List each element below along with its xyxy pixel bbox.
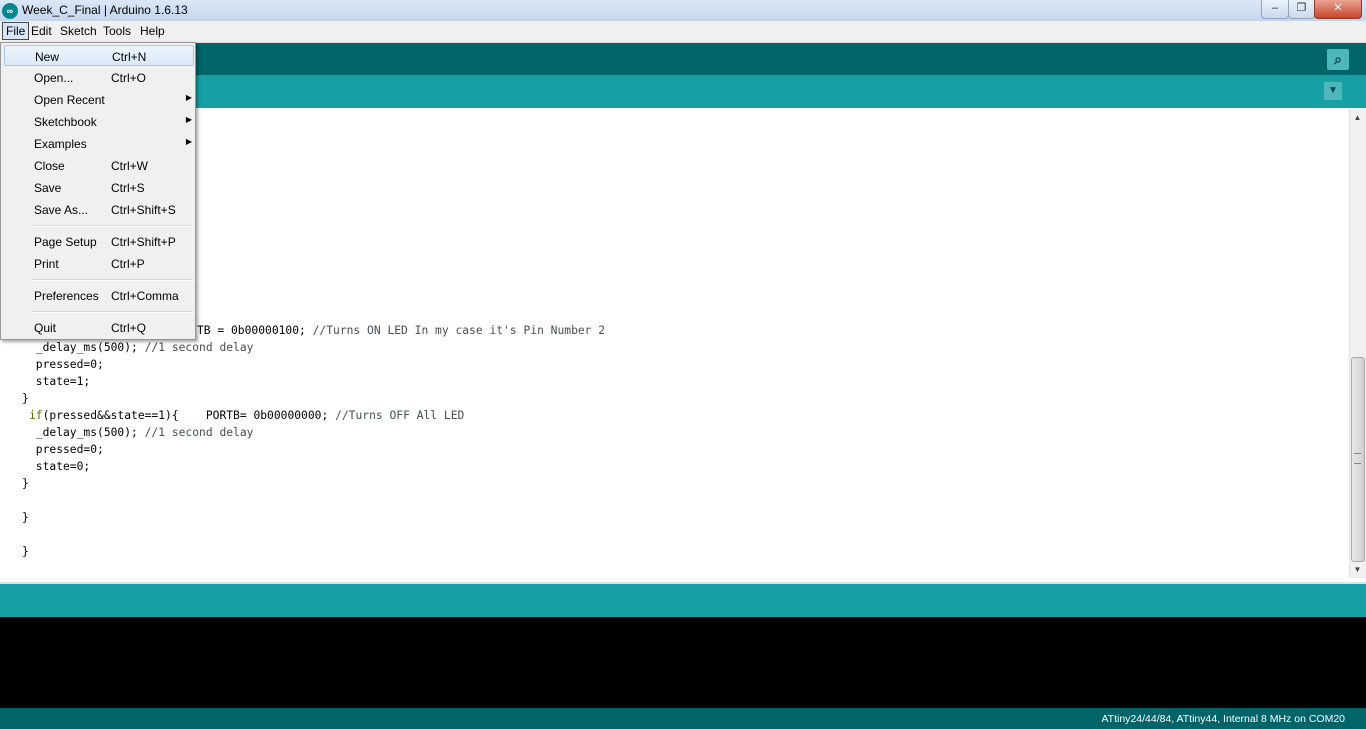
code-comment: //Turns ON LED In my case it's Pin Numbe… [312, 324, 606, 337]
menu-item-sketchbook[interactable]: Sketchbook ▶ [4, 111, 194, 132]
menu-item-shortcut: Ctrl+S [111, 181, 145, 195]
menu-item-shortcut: Ctrl+Shift+P [111, 235, 176, 249]
menu-tools[interactable]: Tools [100, 23, 134, 39]
code-line: } [22, 545, 29, 558]
menu-item-label: Open... [34, 71, 74, 85]
code-line: state=1; [29, 375, 91, 388]
code-keyword: if [29, 409, 43, 422]
menu-item-label: Close [34, 159, 65, 173]
menu-item-quit[interactable]: Quit Ctrl+Q [4, 317, 194, 338]
minimize-button[interactable]: – [1261, 0, 1289, 19]
code-line: pressed=0; [29, 358, 104, 371]
code-line: } [22, 392, 29, 405]
code-text: _delay_ms(500); [29, 426, 145, 439]
menu-item-open-recent[interactable]: Open Recent ▶ [4, 89, 194, 110]
code-line: if(pressed&&state==1){ PORTB= 0b00000000… [29, 409, 464, 423]
menu-item-examples[interactable]: Examples ▶ [4, 133, 194, 154]
menu-sketch[interactable]: Sketch [57, 23, 100, 39]
menu-item-label: Page Setup [34, 235, 97, 249]
menu-separator [31, 225, 193, 227]
code-comment: //1 second delay [144, 426, 254, 439]
menu-item-label: Print [34, 257, 59, 271]
code-line: } [22, 511, 29, 524]
console-output[interactable] [0, 617, 1366, 708]
code-line: state=0; [29, 460, 91, 473]
menu-item-label: Quit [34, 321, 57, 335]
code-line: _delay_ms(500); //1 second delay [29, 341, 254, 355]
menu-item-label: Preferences [34, 289, 99, 303]
menu-item-label: Save As... [34, 203, 89, 217]
menu-edit[interactable]: Edit [28, 23, 55, 39]
menu-item-shortcut: Ctrl+W [111, 159, 148, 173]
menu-item-shortcut: Ctrl+O [111, 71, 147, 85]
menu-item-label: Examples [34, 137, 87, 151]
scrollbar-grip-icon [1354, 453, 1361, 464]
close-button[interactable]: ✕ [1314, 0, 1362, 19]
menu-bar: File Edit Sketch Tools Help [0, 21, 1366, 43]
tab-bar [0, 75, 1366, 108]
menu-item-new[interactable]: New Ctrl+N [4, 45, 194, 66]
menu-item-save[interactable]: Save Ctrl+S [4, 177, 194, 198]
tab-menu-chevron-down-icon[interactable]: ▼ [1324, 82, 1342, 100]
title-bar: ∞ Week_C_Final | Arduino 1.6.13 [0, 0, 1366, 21]
code-comment: //Turns OFF All LED [335, 409, 465, 422]
menu-separator [31, 279, 193, 281]
code-line: TB = 0b00000100; //Turns ON LED In my ca… [197, 324, 605, 338]
menu-item-shortcut: Ctrl+Comma [111, 289, 179, 303]
code-text: (pressed&&state==1){ PORTB= 0b00000000; [42, 409, 336, 422]
code-text: _delay_ms(500); [29, 341, 145, 354]
serial-monitor-icon[interactable]: ⌕ [1327, 49, 1349, 70]
code-line: } [22, 477, 29, 490]
menu-item-shortcut: Ctrl+P [111, 257, 145, 271]
menu-item-shortcut: Ctrl+Q [111, 321, 147, 335]
file-menu-dropdown: New Ctrl+N Open... Ctrl+O Open Recent ▶ … [0, 42, 196, 340]
code-line: pressed=0; [29, 443, 104, 456]
menu-item-label: Save [34, 181, 62, 195]
scroll-down-arrow-icon[interactable]: ▼ [1351, 563, 1364, 576]
toolbar [0, 43, 1366, 75]
menu-item-shortcut: Ctrl+N [112, 50, 147, 64]
message-area [0, 584, 1366, 617]
menu-item-close[interactable]: Close Ctrl+W [4, 155, 194, 176]
board-info: ATtiny24/44/84, ATtiny44, Internal 8 MHz… [1101, 713, 1345, 725]
menu-item-label: Sketchbook [34, 115, 97, 129]
submenu-arrow-icon: ▶ [185, 137, 192, 146]
menu-item-label: New [35, 50, 60, 64]
menu-item-preferences[interactable]: Preferences Ctrl+Comma [4, 285, 194, 306]
menu-item-print[interactable]: Print Ctrl+P [4, 253, 194, 274]
menu-item-save-as[interactable]: Save As... Ctrl+Shift+S [4, 199, 194, 220]
submenu-arrow-icon: ▶ [185, 115, 192, 124]
submenu-arrow-icon: ▶ [185, 93, 192, 102]
menu-help[interactable]: Help [137, 23, 168, 39]
scroll-up-arrow-icon[interactable]: ▲ [1351, 111, 1364, 124]
menu-item-open[interactable]: Open... Ctrl+O [4, 67, 194, 88]
menu-file[interactable]: File [2, 22, 30, 40]
menu-item-label: Open Recent [34, 93, 105, 107]
menu-item-shortcut: Ctrl+Shift+S [111, 203, 176, 217]
menu-item-page-setup[interactable]: Page Setup Ctrl+Shift+P [4, 231, 194, 252]
code-text: TB = 0b00000100; [197, 324, 313, 337]
code-comment: //1 second delay [144, 341, 254, 354]
arduino-logo-icon: ∞ [2, 3, 18, 19]
maximize-button[interactable]: ❐ [1288, 0, 1315, 19]
window-title: Week_C_Final | Arduino 1.6.13 [22, 3, 188, 17]
menu-separator [31, 311, 193, 313]
code-line: _delay_ms(500); //1 second delay [29, 426, 254, 440]
